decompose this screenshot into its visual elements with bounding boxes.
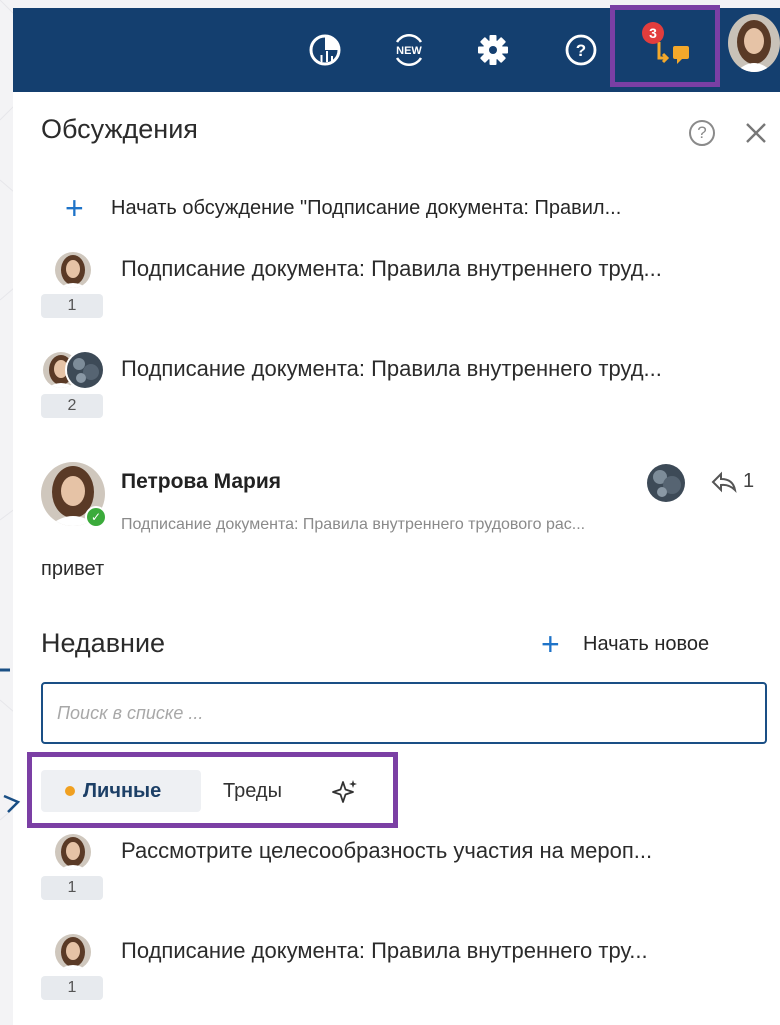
- plus-icon: +: [541, 626, 560, 662]
- avatar: [53, 832, 93, 872]
- pointer-arrow-icon: [0, 668, 21, 813]
- message-author: Петрова Мария: [121, 470, 282, 493]
- settings-gear-icon[interactable]: [473, 30, 513, 70]
- svg-text:NEW: NEW: [396, 45, 422, 57]
- discussions-panel: Обсуждения ? + Начать обсуждение "Подпис…: [13, 92, 780, 1025]
- participants-avatars: [41, 932, 103, 972]
- participant-count: 1: [41, 294, 103, 318]
- message-subject: Подписание документа: Правила внутреннег…: [121, 516, 586, 533]
- avatar: [53, 250, 93, 290]
- latest-message[interactable]: ✓ Петрова Мария Подписание документа: Пр…: [41, 462, 780, 602]
- avatar: [647, 464, 685, 502]
- recent-item-title: Рассмотрите целесообразность участия на …: [121, 838, 653, 863]
- participant-count: 1: [41, 876, 103, 900]
- discussion-title: Подписание документа: Правила внутреннег…: [121, 256, 662, 281]
- plus-icon: +: [65, 190, 84, 226]
- reply-icon: [711, 471, 737, 493]
- recent-section-title: Недавние: [41, 628, 166, 658]
- close-icon[interactable]: [743, 120, 769, 146]
- filters-highlight-frame: [27, 752, 398, 828]
- recent-item[interactable]: 1 Подписание документа: Правила внутренн…: [41, 932, 771, 1012]
- panel-title: Обсуждения: [41, 114, 198, 144]
- avatar: [53, 932, 93, 972]
- start-new-label: Начать новое: [583, 632, 710, 655]
- avatar: [65, 350, 105, 390]
- user-avatar[interactable]: [728, 14, 780, 72]
- start-discussion-button[interactable]: + Начать обсуждение "Подписание документ…: [65, 192, 621, 224]
- help-icon[interactable]: ?: [561, 30, 601, 70]
- analytics-icon[interactable]: [305, 30, 345, 70]
- participants-avatars: [41, 832, 103, 872]
- start-discussion-label: Начать обсуждение "Подписание документа:…: [111, 196, 622, 219]
- participant-count: 2: [41, 394, 103, 418]
- online-status-icon: ✓: [85, 506, 107, 528]
- participants-avatars: [41, 350, 105, 390]
- recent-item-title: Подписание документа: Правила внутреннег…: [121, 938, 648, 963]
- panel-help-icon[interactable]: ?: [689, 120, 715, 146]
- discussions-highlight-frame: [610, 5, 720, 87]
- notification-badge: 3: [642, 22, 664, 44]
- discussion-item[interactable]: 2 Подписание документа: Правила внутренн…: [41, 350, 771, 440]
- reply-count: 1: [743, 470, 755, 492]
- reply-button[interactable]: 1: [711, 470, 754, 493]
- search-input[interactable]: [41, 682, 767, 744]
- participant-count: 1: [41, 976, 103, 1000]
- recent-item[interactable]: 1 Рассмотрите целесообразность участия н…: [41, 832, 771, 912]
- discussion-item[interactable]: 1 Подписание документа: Правила внутренн…: [41, 250, 771, 340]
- participants-avatars: [41, 250, 103, 290]
- discussion-title: Подписание документа: Правила внутреннег…: [121, 356, 662, 381]
- new-features-icon[interactable]: NEW: [389, 30, 429, 70]
- start-new-button[interactable]: + Начать новое: [541, 628, 709, 660]
- message-body: привет: [41, 558, 105, 580]
- svg-text:?: ?: [576, 41, 586, 60]
